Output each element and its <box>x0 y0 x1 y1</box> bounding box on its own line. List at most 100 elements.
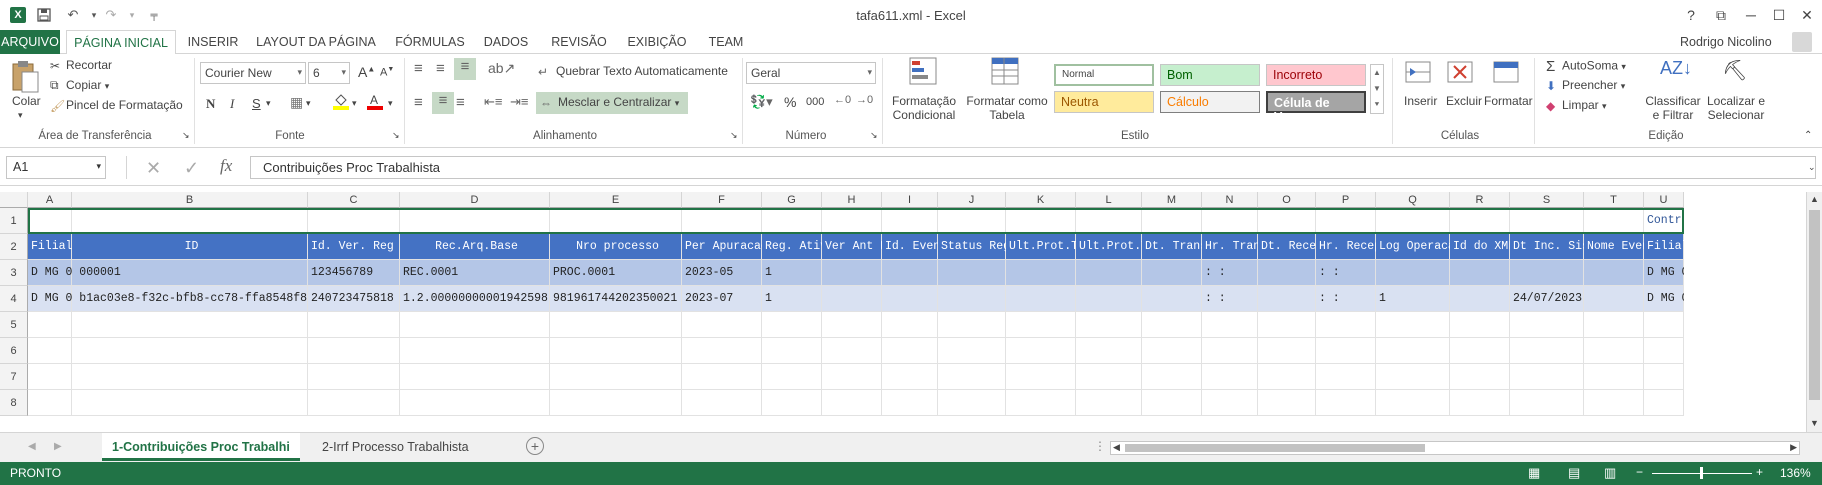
header-cell[interactable]: Id. Ver. Reg <box>308 240 400 253</box>
col-header[interactable]: C <box>308 192 400 208</box>
col-header[interactable]: L <box>1076 192 1142 208</box>
header-cell[interactable]: Nro processo <box>550 240 682 253</box>
maximize-button[interactable]: ☐ <box>1764 4 1794 26</box>
cut-button[interactable]: ✂ Recortar <box>50 58 112 73</box>
header-cell[interactable]: Per Apuracao <box>682 240 762 253</box>
percent-button[interactable]: % <box>784 94 796 110</box>
scroll-left-icon[interactable]: ◀ <box>1113 442 1120 453</box>
paste-button[interactable]: Colar <box>12 94 41 108</box>
tab-split-handle[interactable]: ⋮ <box>1094 439 1106 453</box>
page-layout-view-icon[interactable]: ▤ <box>1568 465 1580 481</box>
minimize-button[interactable]: ─ <box>1736 4 1766 26</box>
borders-icon[interactable]: ▦ <box>290 94 303 111</box>
grow-font-button[interactable]: A▲ <box>358 64 375 80</box>
font-color-icon[interactable]: A <box>366 92 384 113</box>
data-cell[interactable]: : : <box>1316 266 1376 279</box>
style-incorreto[interactable]: Incorreto <box>1266 64 1366 86</box>
data-cell[interactable]: 24/07/2023 <box>1510 292 1584 305</box>
data-cell[interactable]: : : <box>1202 292 1258 305</box>
scroll-up-icon[interactable]: ▲ <box>1810 194 1819 204</box>
col-header[interactable]: K <box>1006 192 1076 208</box>
scroll-down-icon[interactable]: ▼ <box>1810 418 1819 428</box>
increase-decimal-icon[interactable]: ←0 <box>834 94 851 106</box>
data-cell[interactable]: D MG 0 b1ac03e8-f32c-bfb8-cc78-ffa8548f8 <box>28 292 308 305</box>
number-launcher-icon[interactable]: ↘ <box>870 130 878 141</box>
user-name[interactable]: Rodrigo Nicolino <box>1680 30 1772 54</box>
tab-arquivo[interactable]: ARQUIVO <box>0 30 60 54</box>
merge-center-button[interactable]: ⇔ Mesclar e Centralizar ▾ <box>536 92 688 114</box>
thousands-button[interactable]: 000 <box>806 96 824 108</box>
tab-team[interactable]: TEAM <box>706 30 746 54</box>
header-cell[interactable]: ID <box>72 240 308 253</box>
sort-filter-button[interactable]: Classificar e Filtrar <box>1640 94 1706 122</box>
scroll-thumb[interactable] <box>1809 210 1820 400</box>
tab-pagina-inicial[interactable]: PÁGINA INICIAL <box>66 30 176 55</box>
data-cell[interactable]: D MG 0 0 <box>1644 266 1684 279</box>
increase-indent-icon[interactable]: ⇥≡ <box>510 94 528 110</box>
col-header[interactable]: I <box>882 192 938 208</box>
header-cell[interactable]: Filial <box>1644 240 1684 253</box>
header-cell[interactable]: Nome Evento <box>1584 240 1644 253</box>
style-celula-verificacao[interactable]: Célula de Ve... <box>1266 91 1366 124</box>
underline-button[interactable]: S <box>252 96 261 111</box>
normal-view-icon[interactable]: ▦ <box>1528 465 1540 481</box>
header-cell[interactable]: Ver Ant Reg <box>822 240 882 253</box>
italic-button[interactable]: I <box>230 96 234 112</box>
font-color-dropdown-icon[interactable]: ▾ <box>388 98 393 109</box>
col-header[interactable]: P <box>1316 192 1376 208</box>
shrink-font-button[interactable]: A▼ <box>380 66 394 79</box>
font-launcher-icon[interactable]: ↘ <box>392 130 400 141</box>
row-header[interactable]: 5 <box>0 312 28 338</box>
fill-button[interactable]: ⬇ Preencher ▾ <box>1546 78 1625 93</box>
data-cell[interactable]: 1 <box>762 266 822 279</box>
borders-dropdown-icon[interactable]: ▾ <box>306 98 311 109</box>
col-header[interactable]: H <box>822 192 882 208</box>
data-cell[interactable]: 1.2.00000000001942598 <box>400 292 550 305</box>
header-cell[interactable]: Hr. Recept <box>1316 240 1376 253</box>
page-break-view-icon[interactable]: ▥ <box>1604 465 1616 481</box>
data-cell[interactable]: 2023-05 <box>682 266 762 279</box>
header-cell[interactable]: Id. Evento <box>882 240 938 253</box>
align-top-icon[interactable]: ≡ <box>414 60 423 77</box>
copy-button[interactable]: ⧉ Copiar ▾ <box>50 78 109 93</box>
style-normal[interactable]: Normal <box>1054 64 1154 86</box>
header-cell[interactable]: Hr. Transm <box>1202 240 1258 253</box>
cancel-entry-icon[interactable]: ✕ <box>146 158 161 179</box>
header-cell[interactable]: Ult.Prot.Tr <box>1006 240 1076 253</box>
header-cell[interactable]: Dt. Recept <box>1258 240 1316 253</box>
col-header[interactable]: U <box>1644 192 1684 208</box>
alignment-launcher-icon[interactable]: ↘ <box>730 130 738 141</box>
help-button[interactable]: ? <box>1676 4 1706 26</box>
data-cell[interactable]: 1 <box>762 292 822 305</box>
data-cell[interactable]: 2023-07 <box>682 292 762 305</box>
col-header[interactable]: R <box>1450 192 1510 208</box>
next-sheet-icon[interactable]: ▶ <box>54 441 62 452</box>
zoom-out-icon[interactable]: − <box>1636 465 1643 479</box>
tab-inserir[interactable]: INSERIR <box>184 30 242 54</box>
style-neutra[interactable]: Neutra <box>1054 91 1154 113</box>
format-painter-button[interactable]: 🖌Pincel de Formatação <box>50 98 183 113</box>
select-all-corner[interactable] <box>0 192 28 208</box>
clear-button[interactable]: ◆ Limpar ▾ <box>1546 98 1607 113</box>
data-cell[interactable]: REC.0001 <box>400 266 550 279</box>
zoom-level[interactable]: 136% <box>1780 466 1811 480</box>
row-header[interactable]: 8 <box>0 390 28 416</box>
worksheet-grid[interactable]: ABCDEFGHIJKLMNOPQRSTU12345678ContribuFil… <box>0 192 1806 432</box>
prev-sheet-icon[interactable]: ◀ <box>28 441 36 452</box>
decrease-indent-icon[interactable]: ⇤≡ <box>484 94 502 110</box>
align-left-icon[interactable]: ≡ <box>414 94 423 111</box>
tab-layout[interactable]: LAYOUT DA PÁGINA <box>254 30 378 54</box>
tab-revisao[interactable]: REVISÃO <box>548 30 610 54</box>
paste-dropdown-icon[interactable]: ▾ <box>18 110 23 121</box>
col-header[interactable]: J <box>938 192 1006 208</box>
header-cell[interactable]: Dt. Transm <box>1142 240 1202 253</box>
name-box[interactable]: A1 ▾ <box>6 156 106 179</box>
col-header[interactable]: N <box>1202 192 1258 208</box>
confirm-entry-icon[interactable]: ✓ <box>184 158 199 179</box>
data-cell[interactable]: D MG 0 000001 <box>28 266 308 279</box>
wrap-text-button[interactable]: ↵ Quebrar Texto Automaticamente <box>538 64 728 79</box>
data-cell[interactable]: 240723475818 <box>308 292 400 305</box>
tab-dados[interactable]: DADOS <box>482 30 530 54</box>
add-sheet-icon[interactable]: + <box>526 437 544 455</box>
insert-cells-button[interactable]: Inserir <box>1404 94 1437 108</box>
